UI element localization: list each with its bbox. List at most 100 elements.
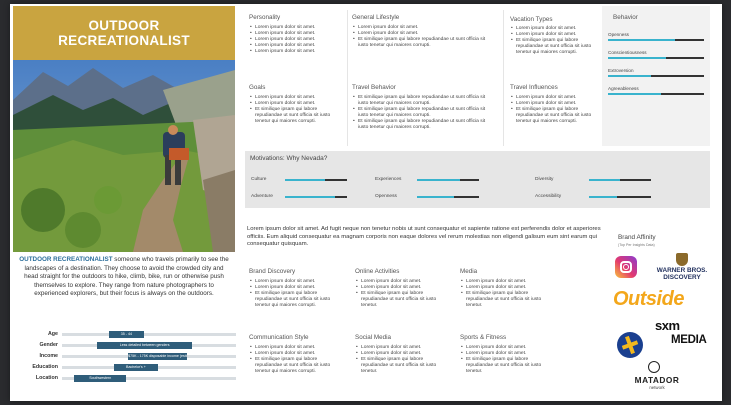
persona-description: OUTDOOR RECREATIONALIST someone who trav… — [18, 256, 230, 299]
summary-paragraph: Lorem ipsum dolor sit amet. Ad fugit neq… — [247, 226, 601, 248]
demographic-bar: 35 - 44 — [108, 331, 144, 338]
matador-logo: MATADOR — [634, 375, 680, 385]
list-item: Et similique ipsam qui labore repudianda… — [511, 107, 597, 125]
sxm-media-logo: MEDIA — [671, 334, 707, 346]
divider — [347, 10, 348, 146]
demographic-row-income: Income $75K - 175K disposable income (es… — [20, 351, 236, 362]
list-item: Et similique ipsam qui labore repudianda… — [356, 357, 448, 375]
behavior-trait-bar — [608, 75, 704, 77]
list-item: Et similique ipsam qui labore repudianda… — [356, 291, 448, 309]
behavior-trait-fill — [608, 39, 676, 41]
demographic-bar: Bachelor's + — [114, 364, 158, 371]
motivation-label: Experiences — [375, 177, 402, 182]
demographic-bar: $75K - 175K disposable income (estimated… — [128, 353, 188, 360]
motivation-fill — [417, 196, 455, 198]
warner-bros-shield-icon — [676, 253, 688, 266]
persona-title-line1: OUTDOOR — [88, 18, 160, 33]
demographic-label: Location — [35, 375, 58, 381]
behavior-trait: Agreeableness — [608, 86, 704, 95]
demographic-label: Gender — [39, 342, 58, 348]
warner-bros-discovery-logo: WARNER BROS. DISCOVERY — [650, 267, 714, 281]
motivation-label: Adventure — [251, 194, 273, 199]
warner-bros-line2: DISCOVERY — [663, 274, 701, 281]
demographic-track — [62, 333, 236, 336]
section-heading-personality: Personality — [249, 14, 281, 21]
warner-bros-line1: WARNER BROS. — [656, 267, 708, 274]
demographic-row-location: Location Southwestern — [20, 373, 236, 384]
demographic-row-age: Age 35 - 44 — [20, 329, 236, 340]
expedia-globe-icon — [617, 332, 643, 358]
general-lifestyle-list: Lorem ipsum dolor sit amet. Lorem ipsum … — [353, 25, 493, 49]
matador-badge-icon — [648, 361, 660, 373]
persona-title-banner: OUTDOOR RECREATIONALIST — [13, 6, 235, 60]
section-heading-online-activities: Online Activities — [355, 268, 400, 275]
section-heading-vacation-types: Vacation Types — [510, 16, 553, 23]
behavior-trait-label: Openness — [608, 32, 629, 37]
motivation-fill — [285, 179, 326, 181]
list-item: Et similique ipsam qui labore repudianda… — [353, 95, 493, 107]
brand-affinity-heading: Brand Affinity — [618, 234, 656, 241]
section-heading-social-media: Social Media — [355, 334, 392, 341]
section-heading-travel-influences: Travel Influences — [510, 84, 558, 91]
motivation-bar — [417, 196, 479, 198]
communication-style-list: Lorem ipsum dolor sit amet. Lorem ipsum … — [250, 345, 342, 375]
behavior-trait-bar — [608, 39, 704, 41]
behavior-trait-fill — [608, 93, 661, 95]
section-heading-goals: Goals — [249, 84, 266, 91]
online-activities-list: Lorem ipsum dolor sit amet. Lorem ipsum … — [356, 279, 448, 309]
vacation-types-list: Lorem ipsum dolor sit amet. Lorem ipsum … — [511, 26, 597, 56]
demographic-label: Income — [39, 353, 58, 359]
section-heading-communication-style: Communication Style — [249, 334, 309, 341]
demographics: Age 35 - 44 Gender Less detailed between… — [20, 329, 236, 384]
behavior-trait: Openness — [608, 32, 704, 41]
section-heading-media: Media — [460, 268, 478, 275]
hiker-photo — [13, 60, 235, 252]
motivation-label: Diversity — [535, 177, 554, 182]
behavior-trait-bar — [608, 57, 704, 59]
behavior-trait-fill — [608, 57, 666, 59]
section-heading-sports-fitness: Sports & Fitness — [460, 334, 507, 341]
behavior-panel: Behavior Openness Conscientiousness Extr… — [602, 6, 710, 146]
media-list: Lorem ipsum dolor sit amet. Lorem ipsum … — [461, 279, 553, 309]
list-item: Et similique ipsam qui labore repudianda… — [461, 291, 553, 309]
behavior-heading: Behavior — [613, 14, 638, 21]
behavior-trait-label: Agreeableness — [608, 86, 639, 91]
divider — [503, 10, 504, 146]
persona-description-name: OUTDOOR RECREATIONALIST — [19, 256, 113, 263]
motivations-heading: Motivations: Why Nevada? — [250, 155, 328, 162]
motivation-fill — [589, 179, 620, 181]
motivation-fill — [589, 196, 617, 198]
demographic-bar: Less detailed between genders — [96, 342, 193, 349]
motivations-panel: Motivations: Why Nevada? Culture Experie… — [245, 151, 710, 208]
travel-influences-list: Lorem ipsum dolor sit amet. Lorem ipsum … — [511, 95, 597, 125]
section-heading-brand-discovery: Brand Discovery — [249, 268, 296, 275]
brand-discovery-list: Lorem ipsum dolor sit amet. Lorem ipsum … — [250, 279, 342, 309]
instagram-logo-icon — [615, 256, 637, 278]
sxm-logo: sxm — [655, 318, 680, 333]
goals-list: Lorem ipsum dolor sit amet. Lorem ipsum … — [250, 95, 345, 125]
travel-behavior-list: Et similique ipsam qui labore repudianda… — [353, 95, 493, 132]
demographic-bar: Southwestern — [74, 375, 127, 382]
behavior-trait-bar — [608, 93, 704, 95]
brand-affinity-subheading: (Top Per Insights Data) — [618, 243, 655, 247]
list-item: Et similique ipsam qui labore repudianda… — [353, 37, 493, 49]
behavior-trait-label: Extroversion — [608, 68, 634, 73]
list-item: Et similique ipsam qui labore repudianda… — [250, 291, 342, 309]
list-item: Et similique ipsam qui labore repudianda… — [511, 38, 597, 56]
motivation-label: Accessibility — [535, 194, 562, 199]
section-heading-general-lifestyle: General Lifestyle — [352, 14, 400, 21]
behavior-trait: Extroversion — [608, 68, 704, 77]
matador-network-label: network — [649, 385, 665, 390]
motivation-label: Culture — [251, 177, 267, 182]
motivation-bar — [285, 196, 347, 198]
motivation-bar — [417, 179, 479, 181]
motivation-bar — [285, 179, 347, 181]
persona-title-line2: RECREATIONALIST — [58, 33, 190, 48]
motivation-label: Openness — [375, 194, 397, 199]
motivation-fill — [285, 196, 335, 198]
motivation-bar — [589, 196, 651, 198]
motivation-bar — [589, 179, 651, 181]
demographic-label: Age — [47, 331, 58, 337]
list-item: Et similique ipsam qui labore repudianda… — [461, 357, 553, 375]
behavior-trait-fill — [608, 75, 652, 77]
